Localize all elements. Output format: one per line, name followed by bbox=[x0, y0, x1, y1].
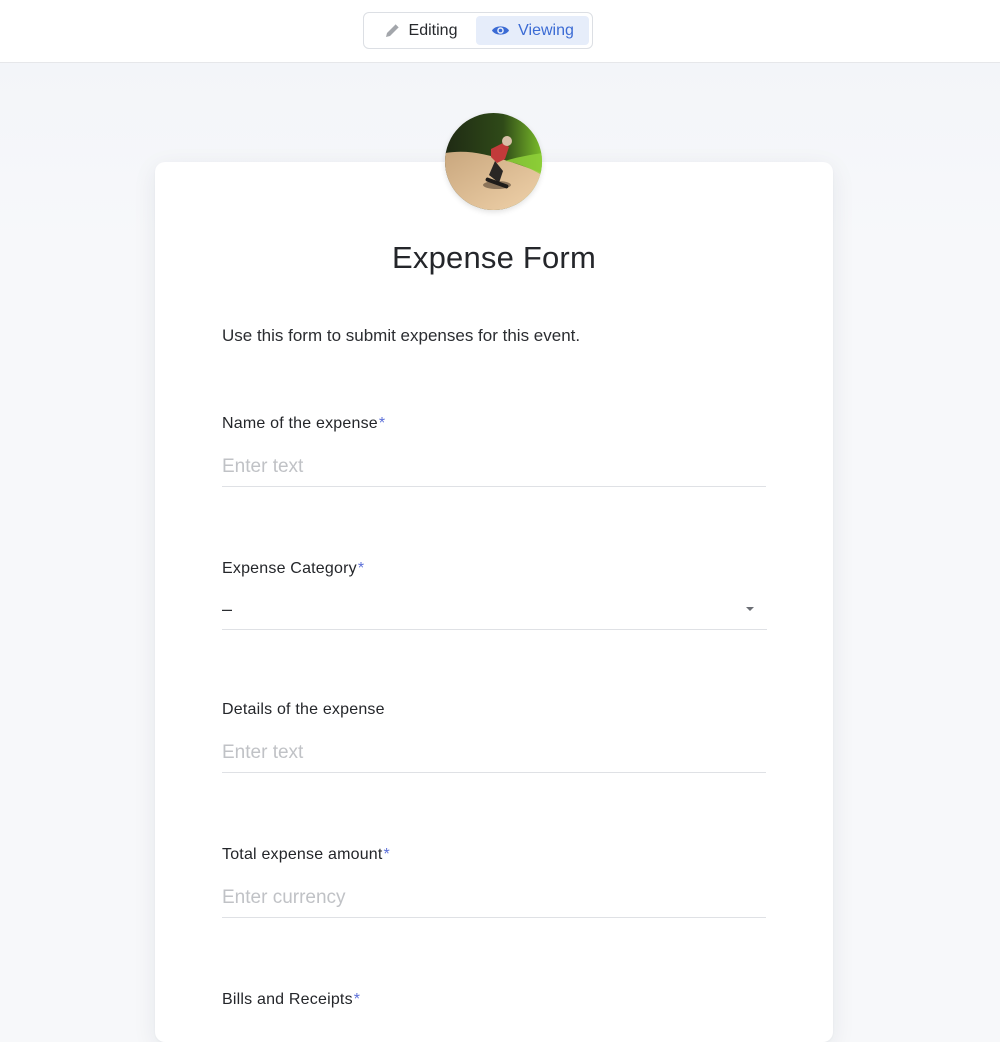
expense-amount-label: Total expense amount* bbox=[222, 846, 390, 863]
required-marker: * bbox=[378, 415, 386, 432]
expense-name-input[interactable]: Enter text bbox=[222, 447, 766, 487]
expense-amount-field: Total expense amount* Enter currency bbox=[222, 846, 766, 918]
expense-details-field: Details of the expense Enter text bbox=[222, 701, 766, 773]
expense-amount-input[interactable]: Enter currency bbox=[222, 878, 766, 918]
editing-mode-label: Editing bbox=[408, 21, 458, 39]
expense-details-placeholder: Enter text bbox=[222, 741, 304, 763]
bills-receipts-field: Bills and Receipts* bbox=[222, 991, 766, 1009]
expense-details-input[interactable]: Enter text bbox=[222, 733, 766, 773]
expense-category-field: Expense Category* – bbox=[222, 560, 767, 630]
pencil-icon bbox=[384, 22, 401, 39]
expense-amount-placeholder: Enter currency bbox=[222, 886, 346, 908]
form-avatar bbox=[445, 113, 542, 210]
required-marker: * bbox=[353, 991, 361, 1008]
chevron-down-icon bbox=[746, 607, 754, 611]
viewing-mode-label: Viewing bbox=[518, 21, 574, 39]
expense-category-value: – bbox=[222, 599, 233, 619]
expense-name-label: Name of the expense* bbox=[222, 415, 386, 432]
required-marker: * bbox=[383, 846, 390, 863]
editing-mode-button[interactable]: Editing bbox=[367, 16, 474, 45]
expense-details-label: Details of the expense bbox=[222, 701, 385, 718]
top-bar: Editing Viewing bbox=[0, 0, 1000, 63]
form-title: Expense Form bbox=[392, 240, 596, 275]
form-description: Use this form to submit expenses for thi… bbox=[222, 326, 581, 345]
viewing-mode-button[interactable]: Viewing bbox=[476, 16, 589, 45]
required-marker: * bbox=[357, 560, 365, 577]
mode-toggle: Editing Viewing bbox=[363, 12, 593, 49]
expense-name-field: Name of the expense* Enter text bbox=[222, 415, 766, 487]
expense-name-placeholder: Enter text bbox=[222, 455, 304, 477]
expense-category-label: Expense Category* bbox=[222, 560, 365, 577]
expense-category-select[interactable]: – bbox=[222, 590, 767, 630]
bills-receipts-label: Bills and Receipts* bbox=[222, 991, 361, 1008]
skateboarder-photo bbox=[445, 113, 542, 210]
eye-icon bbox=[491, 24, 510, 37]
